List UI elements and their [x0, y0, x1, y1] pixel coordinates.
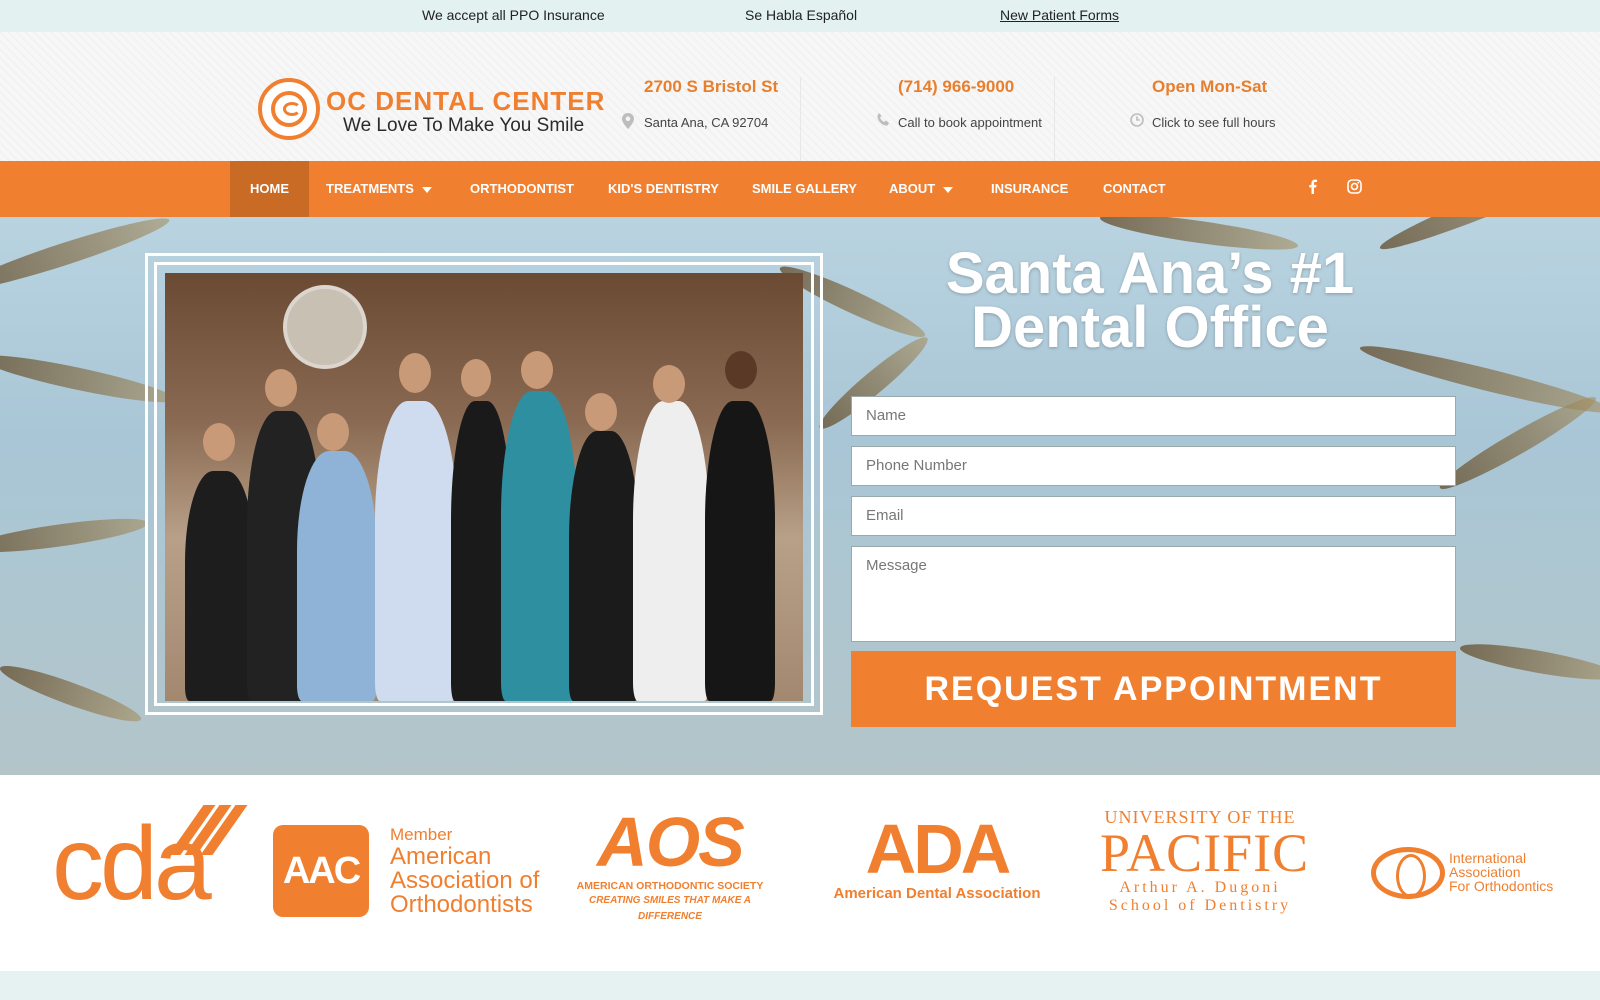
name-field[interactable]: Name	[851, 396, 1456, 436]
location-pin-icon	[622, 113, 636, 129]
chevron-down-icon	[421, 186, 432, 193]
hours-title: Open Mon-Sat	[1152, 77, 1268, 96]
hero-title-line1: Santa Ana’s #1	[945, 241, 1355, 306]
nav-treatments[interactable]: TREATMENTS	[306, 161, 452, 217]
iao-line3: For Orthodontics	[1449, 878, 1554, 894]
aac-line1: American	[390, 843, 492, 870]
aac-line3: Orthodontists	[390, 891, 533, 918]
top-bar: We accept all PPO Insurance Se Habla Esp…	[0, 0, 1600, 32]
hero-section: Santa Ana’s #1 Dental Office Name Phone …	[0, 217, 1600, 775]
header-divider	[1054, 77, 1055, 163]
affiliations-strip: cda AAC Member American Association of O…	[0, 775, 1600, 971]
ada-mark: ADA	[865, 810, 1012, 888]
iao-text: International Association For Orthodonti…	[1449, 851, 1553, 893]
hours-subtitle: Click to see full hours	[1152, 115, 1276, 130]
aos-line2: CREATING SMILES THAT MAKE A DIFFERENCE	[588, 895, 752, 922]
ada-line: American Dental Association	[833, 885, 1041, 902]
clock-icon	[1130, 113, 1144, 129]
nav-home[interactable]: HOME	[230, 161, 309, 217]
nav-insurance[interactable]: INSURANCE	[971, 161, 1088, 217]
address-subtitle: Santa Ana, CA 92704	[644, 115, 769, 130]
ppo-notice: We accept all PPO Insurance	[422, 7, 605, 23]
facebook-icon[interactable]	[1308, 179, 1317, 198]
new-patient-forms-link[interactable]: New Patient Forms	[1000, 7, 1119, 23]
nav-treatments-label: TREATMENTS	[326, 181, 414, 196]
team-photo-frame	[145, 253, 823, 715]
nav-smile-gallery[interactable]: SMILE GALLERY	[732, 161, 877, 217]
nav-about-label: ABOUT	[889, 181, 936, 196]
team-photo	[165, 273, 803, 701]
iao-line1: International	[1449, 850, 1527, 866]
uop-line3: Arthur A. Dugoni	[1119, 879, 1281, 896]
nav-kids-dentistry[interactable]: KID'S DENTISTRY	[588, 161, 739, 217]
site-logo[interactable]: OC DENTAL CENTER We Love To Make You Smi…	[258, 78, 604, 140]
nav-contact[interactable]: CONTACT	[1083, 161, 1186, 217]
logo-title: OC DENTAL CENTER	[326, 86, 606, 116]
phone-icon	[876, 113, 890, 129]
instagram-icon[interactable]	[1347, 179, 1362, 198]
cda-slash-icon	[168, 805, 248, 855]
aac-member: Member	[390, 825, 453, 844]
spanish-notice: Se Habla Español	[745, 7, 858, 23]
uop-line2: PACIFIC	[1100, 823, 1310, 883]
site-header: OC DENTAL CENTER We Love To Make You Smi…	[0, 32, 1600, 163]
nav-orthodontist[interactable]: ORTHODONTIST	[450, 161, 594, 217]
email-field[interactable]: Email	[851, 496, 1456, 536]
oc-sign	[283, 285, 367, 369]
globe-icon	[1371, 847, 1445, 899]
phone-field[interactable]: Phone Number	[851, 446, 1456, 486]
header-divider	[800, 77, 801, 163]
message-field[interactable]: Message	[851, 546, 1456, 642]
aos-logo: AOS AMERICAN ORTHODONTIC SOCIETY CREATIN…	[570, 805, 770, 925]
main-nav: HOME TREATMENTS ORTHODONTIST KID'S DENTI…	[0, 161, 1600, 217]
logo-tagline: We Love To Make You Smile	[343, 115, 585, 136]
aac-logo: AAC	[273, 825, 369, 917]
aac-line2: Association of	[390, 867, 540, 894]
uop-line4: School of Dentistry	[1108, 897, 1292, 914]
hero-title: Santa Ana’s #1 Dental Office	[880, 241, 1420, 360]
oc-logo-icon	[258, 78, 320, 140]
ada-logo: ADA American Dental Association	[832, 813, 1042, 902]
phone-number: (714) 966-9000	[898, 77, 1015, 96]
phone-subtitle: Call to book appointment	[898, 115, 1042, 130]
aac-text: Member American Association of Orthodont…	[390, 825, 539, 917]
iao-line2: Association	[1449, 864, 1521, 880]
aos-mark: AOS	[597, 803, 745, 881]
request-appointment-button[interactable]: REQUEST APPOINTMENT	[851, 651, 1456, 727]
chevron-down-icon	[943, 186, 954, 193]
address-title: 2700 S Bristol St	[644, 77, 779, 96]
pacific-logo: UNIVERSITY OF THE PACIFIC Arthur A. Dugo…	[1100, 807, 1310, 915]
hero-title-line2: Dental Office	[971, 295, 1329, 360]
aos-line1: AMERICAN ORTHODONTIC SOCIETY	[576, 880, 764, 892]
nav-about[interactable]: ABOUT	[869, 161, 973, 217]
